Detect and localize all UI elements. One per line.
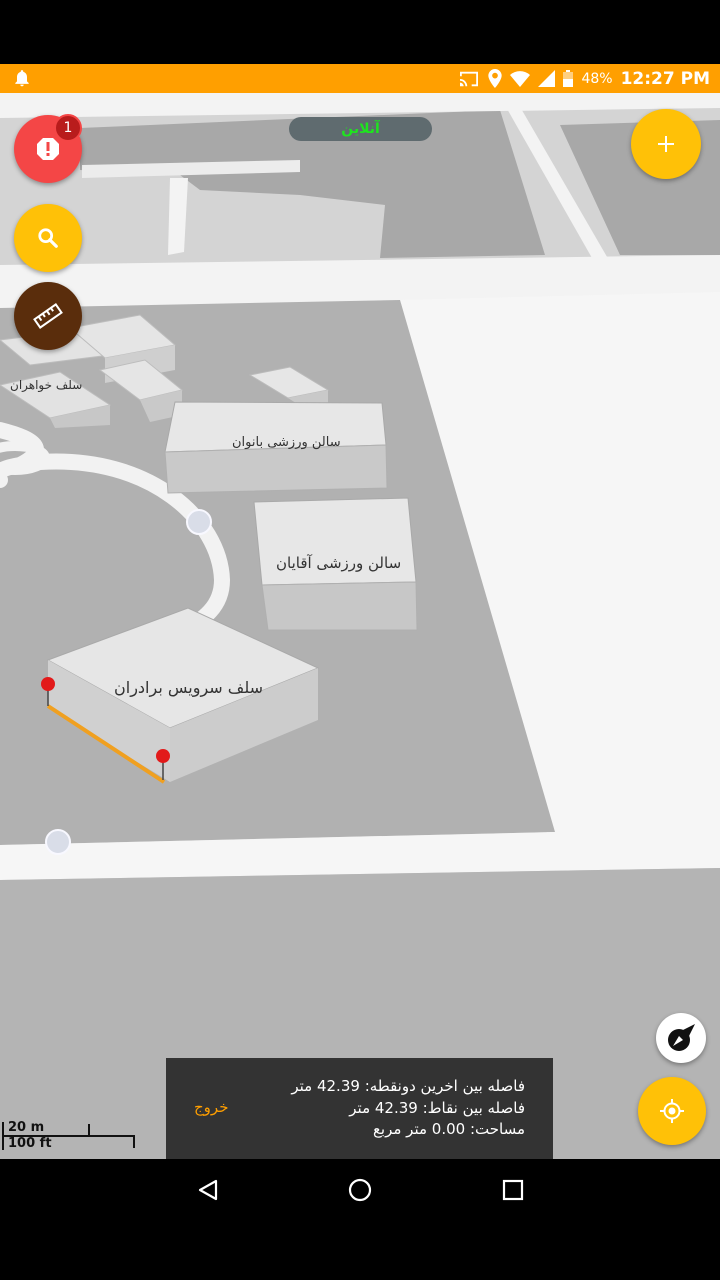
online-status-pill: آنلاین xyxy=(289,117,432,141)
measure-tool-button[interactable] xyxy=(14,282,82,350)
compass-icon xyxy=(668,1024,695,1051)
alert-icon xyxy=(37,138,59,160)
back-button[interactable] xyxy=(188,1173,228,1207)
map-canvas[interactable] xyxy=(0,93,720,1159)
map-view[interactable]: سلف خواهران سالن ورزشی بانوان سالن ورزشی… xyxy=(0,93,720,1159)
points-distance: فاصله بین نقاط: 42.39 متر xyxy=(349,1099,525,1117)
battery-icon xyxy=(563,70,574,87)
search-icon xyxy=(38,228,58,248)
signal-icon xyxy=(538,70,556,87)
exit-measure-button[interactable]: خروج xyxy=(194,1098,228,1116)
notification-bell-icon xyxy=(15,70,29,87)
my-location-button[interactable] xyxy=(638,1077,706,1145)
status-bar: 48% 12:27 PM xyxy=(0,64,720,93)
last-two-points-distance: فاصله بین اخرین دونقطه: 42.39 متر xyxy=(291,1077,525,1095)
map-label-women-gym: سالن ورزشی بانوان xyxy=(232,435,341,450)
home-button[interactable] xyxy=(340,1173,380,1207)
top-blank-area xyxy=(0,0,720,64)
compass-button[interactable] xyxy=(656,1013,706,1063)
area-value: مساحت: 0.00 متر مربع xyxy=(372,1120,525,1138)
wifi-icon xyxy=(510,70,531,87)
map-label-brothers-cafeteria: سلف سرویس برادران xyxy=(114,678,264,697)
scale-imperial-label: 100 ft xyxy=(8,1136,52,1151)
home-circle-icon xyxy=(348,1178,372,1202)
scale-bar: 20 m 100 ft xyxy=(0,1120,140,1154)
back-triangle-icon xyxy=(198,1179,218,1201)
crosshair-icon xyxy=(660,1099,684,1123)
cast-icon xyxy=(460,71,479,86)
ruler-icon xyxy=(33,303,63,329)
recents-square-icon xyxy=(502,1179,524,1201)
clock: 12:27 PM xyxy=(620,68,710,89)
location-icon xyxy=(488,69,503,88)
battery-percent: 48% xyxy=(581,70,613,87)
search-button[interactable] xyxy=(14,204,82,272)
add-button[interactable] xyxy=(631,109,701,179)
alerts-badge: 1 xyxy=(54,114,82,142)
scale-metric-label: 20 m xyxy=(8,1120,45,1135)
recents-button[interactable] xyxy=(493,1173,533,1207)
plus-icon xyxy=(658,136,674,152)
navigation-bar xyxy=(0,1159,720,1280)
map-label-sisters-cafeteria: سلف خواهران xyxy=(10,378,83,392)
map-label-men-gym: سالن ورزشی آقایان xyxy=(276,554,402,572)
measurement-panel: فاصله بین اخرین دونقطه: 42.39 متر فاصله … xyxy=(166,1058,553,1159)
